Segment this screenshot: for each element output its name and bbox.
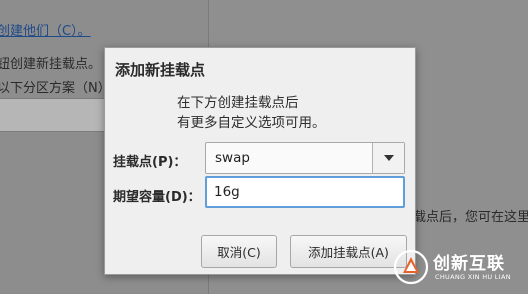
brand-logo-icon <box>393 249 429 285</box>
dialog-description: 在下方创建挂载点后 有更多自定义选项可用。 <box>177 93 326 133</box>
watermark-logo: 创新互联 CHUANG XIN HU LIAN <box>393 245 528 290</box>
mount-point-label: 挂载点(P)： <box>113 155 187 170</box>
chevron-down-icon <box>383 155 394 161</box>
dialog-title: 添加新挂载点 <box>115 61 206 79</box>
create-automatically-link[interactable]: 创建他们（C）。 <box>0 20 91 39</box>
watermark-name: 创新互联 <box>433 254 505 274</box>
add-mount-point-button[interactable]: 添加挂载点(A) <box>290 235 407 268</box>
mount-point-combobox[interactable]: swap <box>205 142 405 174</box>
description-line-1: 在下方创建挂载点后 <box>177 95 299 111</box>
cancel-button[interactable]: 取消(C) <box>201 235 277 268</box>
background-instruction-text: 钮创建新挂载点。 <box>0 57 102 72</box>
background-hint-text: 载点后，您可在这里 <box>413 210 528 225</box>
add-mount-point-dialog: 添加新挂载点 在下方创建挂载点后 有更多自定义选项可用。 挂载点(P)： swa… <box>104 47 416 275</box>
description-line-2: 有更多自定义选项可用。 <box>177 115 326 131</box>
mount-point-dropdown-button[interactable] <box>372 143 404 173</box>
capacity-label: 期望容量(D)： <box>113 190 201 205</box>
background-scheme-text: 以下分区方案（N） <box>0 81 111 96</box>
mount-point-value[interactable]: swap <box>215 150 250 166</box>
watermark-pinyin: CHUANG XIN HU LIAN <box>435 273 511 281</box>
capacity-input[interactable] <box>205 176 405 208</box>
